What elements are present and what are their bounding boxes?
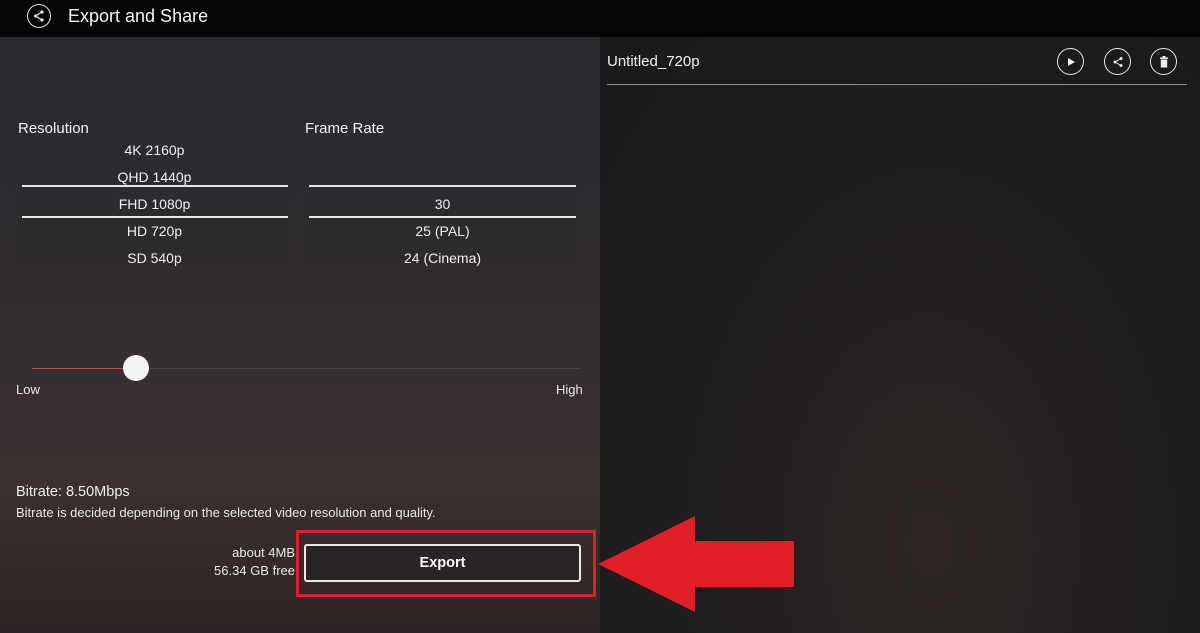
resolution-picker[interactable]: 4K 2160p QHD 1440p FHD 1080p HD 720p SD … [15,138,294,266]
free-space: 56.34 GB free [214,563,295,578]
slider-thumb[interactable] [123,355,150,381]
share-icon[interactable] [1104,48,1131,75]
bitrate-note: Bitrate is decided depending on the sele… [16,505,436,520]
resolution-option[interactable]: HD 720p [15,223,294,239]
divider [607,84,1187,85]
play-icon[interactable] [1057,48,1084,75]
file-size-estimate: about 4MB [232,545,295,560]
resolution-label: Resolution [18,120,89,137]
resolution-option[interactable]: 4K 2160p [15,142,294,158]
slider-track-fill [32,368,137,369]
annotation-arrow [598,516,794,612]
slider-high-label: High [556,382,583,397]
top-bar: Export and Share [0,0,1200,37]
frame-rate-option-selected[interactable]: 30 [303,196,582,212]
selection-divider [22,216,288,218]
bitrate-value: Bitrate: 8.50Mbps [16,484,130,500]
page-title: Export and Share [68,6,209,26]
frame-rate-option[interactable]: 24 (Cinema) [303,250,582,266]
frame-rate-label: Frame Rate [305,120,385,137]
project-name: Untitled_720p [607,53,700,70]
frame-rate-option[interactable]: 25 (PAL) [303,223,582,239]
selection-divider [309,185,576,187]
resolution-option[interactable]: QHD 1440p [15,169,294,185]
selection-divider [309,216,576,218]
back-share-icon[interactable] [27,4,51,28]
delete-icon[interactable] [1150,48,1177,75]
frame-rate-picker[interactable]: 30 25 (PAL) 24 (Cinema) [303,138,582,266]
highlight-box [296,530,596,597]
resolution-option[interactable]: SD 540p [15,250,294,266]
selection-divider [22,185,288,187]
slider-low-label: Low [16,382,40,397]
resolution-option-selected[interactable]: FHD 1080p [15,196,294,212]
